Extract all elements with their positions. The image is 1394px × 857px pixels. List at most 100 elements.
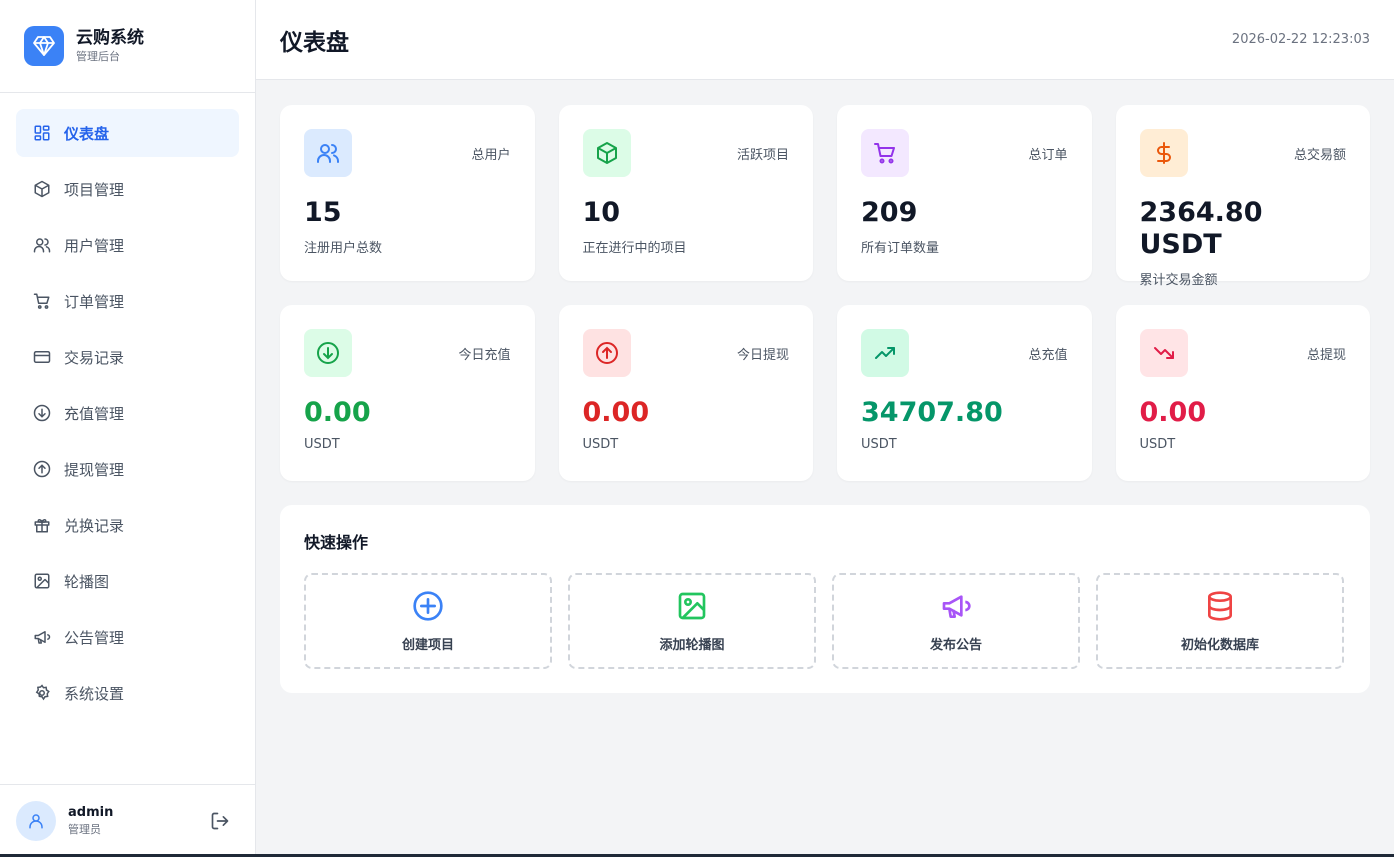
- quick-actions-title: 快速操作: [304, 533, 369, 552]
- megaphone-icon: [940, 590, 972, 626]
- sidebar-item-withdraw[interactable]: 提现管理: [16, 445, 239, 493]
- stat-label: 总充值: [1028, 347, 1068, 363]
- sidebar-item-label: 交易记录: [64, 348, 125, 367]
- user-panel: admin 管理员: [0, 784, 256, 857]
- current-datetime: 2026-02-22 12:23:03: [1231, 32, 1370, 47]
- box-icon: [582, 129, 631, 177]
- stat-card-total-orders: 总订单 209 所有订单数量: [837, 105, 1092, 281]
- brand: 云购系统 管理后台: [0, 0, 255, 93]
- user-icon: [29, 814, 43, 829]
- sidebar-item-users[interactable]: 用户管理: [16, 221, 239, 269]
- stat-label: 今日提现: [736, 347, 789, 363]
- user-role: 管理员: [68, 823, 101, 836]
- gear-icon: [32, 683, 52, 703]
- sidebar-item-transactions[interactable]: 交易记录: [16, 333, 239, 381]
- sidebar-item-orders[interactable]: 订单管理: [16, 277, 239, 325]
- sidebar-item-label: 系统设置: [64, 684, 125, 703]
- stat-value: 15: [304, 197, 342, 228]
- users-icon: [32, 235, 52, 255]
- sidebar-item-settings[interactable]: 系统设置: [16, 669, 239, 717]
- stat-label: 总交易额: [1293, 147, 1346, 163]
- gift-icon: [32, 515, 52, 535]
- stat-card-today-withdraw: 今日提现 0.00 USDT: [558, 305, 813, 481]
- stat-value: 34707.80: [861, 397, 1003, 428]
- add-banner-button[interactable]: 添加轮播图: [568, 573, 816, 669]
- sidebar-item-label: 仪表盘: [64, 124, 110, 143]
- dashboard-main: 总用户 15 注册用户总数 活跃项目 10 正在进行中的项目 总订单 209 所…: [280, 105, 1370, 693]
- page-header: 仪表盘 2026-02-22 12:23:03: [256, 0, 1394, 80]
- arrow-down-circle-icon: [32, 403, 52, 423]
- sidebar-item-label: 订单管理: [64, 292, 125, 311]
- stat-desc: USDT: [861, 437, 897, 452]
- sidebar-item-label: 用户管理: [64, 236, 125, 255]
- stat-desc: 累计交易金额: [1139, 273, 1218, 288]
- sidebar-item-dashboard[interactable]: 仪表盘: [16, 109, 239, 157]
- logout-button[interactable]: [206, 807, 234, 835]
- user-name: admin: [68, 805, 114, 820]
- diamond-icon: [24, 26, 64, 66]
- quick-action-label: 创建项目: [401, 637, 454, 653]
- stat-desc: USDT: [582, 437, 619, 452]
- trending-up-icon: [861, 329, 909, 377]
- stat-value: 209: [861, 197, 918, 228]
- dollar-icon: [1139, 129, 1188, 177]
- arrow-down-circle-icon: [304, 329, 352, 377]
- stat-card-active-projects: 活跃项目 10 正在进行中的项目: [558, 105, 813, 281]
- stat-label: 活跃项目: [736, 147, 789, 163]
- stats-grid: 总用户 15 注册用户总数 活跃项目 10 正在进行中的项目 总订单 209 所…: [280, 105, 1370, 481]
- sidebar-item-label: 轮播图: [64, 572, 110, 591]
- sidebar-item-label: 提现管理: [64, 460, 125, 479]
- stat-card-total-withdraw: 总提现 0.00 USDT: [1115, 305, 1370, 481]
- quick-action-label: 初始化数据库: [1180, 637, 1259, 653]
- quick-actions-panel: 快速操作 创建项目 添加轮播图 发布公告 初始化数据库: [280, 505, 1370, 693]
- sidebar-item-label: 充值管理: [64, 404, 125, 423]
- sidebar-item-label: 公告管理: [64, 628, 125, 647]
- init-database-button[interactable]: 初始化数据库: [1096, 573, 1344, 669]
- stat-card-total-recharge: 总充值 34707.80 USDT: [837, 305, 1092, 481]
- brand-subtitle: 管理后台: [76, 50, 120, 63]
- arrow-up-circle-icon: [582, 329, 631, 377]
- sidebar-nav: 仪表盘 项目管理 用户管理 订单管理 交易记录 充值管理 提现管理 兑换记录 轮…: [0, 93, 255, 717]
- plus-circle-icon: [412, 590, 444, 626]
- cart-icon: [32, 291, 52, 311]
- megaphone-icon: [32, 627, 52, 647]
- trending-down-icon: [1139, 329, 1188, 377]
- database-icon: [1204, 590, 1236, 626]
- card-icon: [32, 347, 52, 367]
- sidebar-item-recharge[interactable]: 充值管理: [16, 389, 239, 437]
- sidebar-item-label: 兑换记录: [64, 516, 125, 535]
- stat-desc: 所有订单数量: [861, 241, 940, 256]
- sidebar-item-label: 项目管理: [64, 180, 125, 199]
- logout-icon: [211, 812, 229, 830]
- users-icon: [304, 129, 352, 177]
- sidebar-item-projects[interactable]: 项目管理: [16, 165, 239, 213]
- stat-card-total-users: 总用户 15 注册用户总数: [280, 105, 535, 281]
- grid-icon: [32, 123, 52, 143]
- stat-card-total-volume: 总交易额 2364.80 USDT 累计交易金额: [1115, 105, 1370, 288]
- sidebar-item-announcements[interactable]: 公告管理: [16, 613, 239, 661]
- create-project-button[interactable]: 创建项目: [304, 573, 552, 669]
- sidebar-item-banners[interactable]: 轮播图: [16, 557, 239, 605]
- stat-label: 总提现: [1306, 347, 1346, 363]
- stat-card-today-recharge: 今日充值 0.00 USDT: [280, 305, 535, 481]
- brand-title: 云购系统: [76, 28, 144, 48]
- page-title: 仪表盘: [280, 29, 349, 56]
- sidebar-item-exchange[interactable]: 兑换记录: [16, 501, 239, 549]
- stat-value: 2364.80 USDT: [1139, 197, 1263, 260]
- stat-label: 总订单: [1028, 147, 1068, 163]
- cart-icon: [861, 129, 909, 177]
- stat-label: 今日充值: [458, 347, 511, 363]
- image-icon: [32, 571, 52, 591]
- quick-action-label: 发布公告: [929, 637, 982, 653]
- arrow-up-circle-icon: [32, 459, 52, 479]
- stat-value: 10: [582, 197, 621, 228]
- publish-announcement-button[interactable]: 发布公告: [832, 573, 1080, 669]
- stat-label: 总用户: [471, 147, 511, 163]
- image-icon: [676, 590, 708, 626]
- stat-desc: 正在进行中的项目: [582, 241, 687, 256]
- box-icon: [32, 179, 52, 199]
- stat-desc: USDT: [304, 437, 340, 452]
- stat-value: 0.00: [1139, 397, 1207, 428]
- stat-desc: USDT: [1139, 437, 1176, 452]
- stat-value: 0.00: [304, 397, 371, 428]
